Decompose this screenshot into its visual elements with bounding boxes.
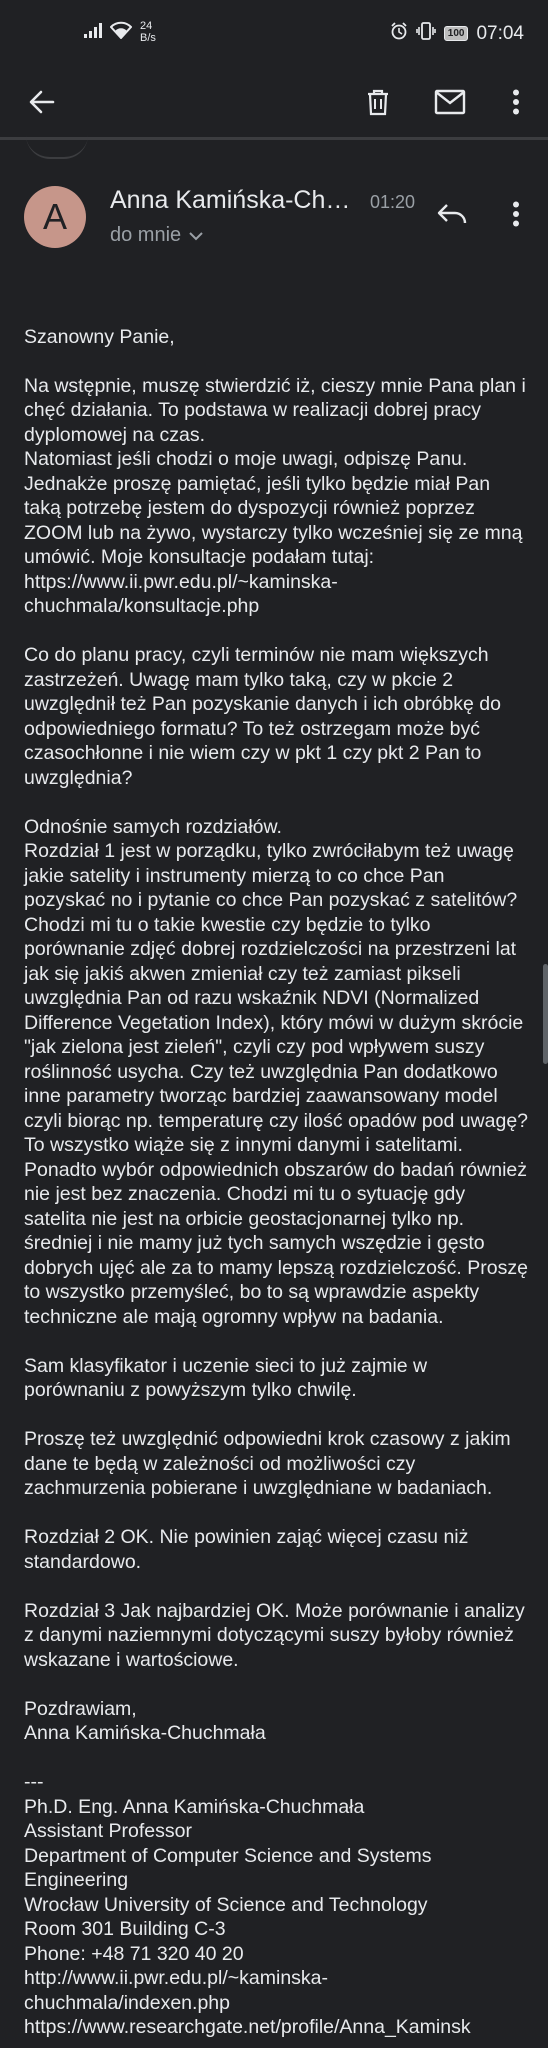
body-paragraph [24, 1672, 529, 1697]
body-paragraph: Rozdział 3 Jak najbardziej OK. Może poró… [24, 1599, 531, 1671]
body-paragraph: Proszę też uwzględnić odpowiedni krok cz… [24, 1428, 517, 1499]
chevron-down-icon [189, 224, 203, 247]
body-paragraph [24, 1746, 529, 1771]
body-paragraph [24, 349, 529, 374]
wifi-icon [109, 21, 133, 44]
status-left: 24 B/s [84, 20, 156, 44]
body-paragraph: Na wstępnie, muszę stwierdzić iż, cieszy… [24, 374, 532, 446]
delete-button[interactable] [354, 80, 402, 128]
body-paragraph [24, 1501, 529, 1526]
signal-icon [84, 22, 104, 43]
body-paragraph: Wrocław University of Science and Techno… [24, 1893, 428, 1916]
reply-button[interactable] [428, 192, 476, 240]
vibrate-icon [415, 22, 436, 45]
body-paragraph: --- [24, 1771, 44, 1793]
body-paragraph: Co do planu pracy, czyli terminów nie ma… [24, 644, 507, 789]
body-paragraph [24, 790, 529, 815]
body-paragraph: Odnośnie samych rozdziałów. [24, 815, 282, 838]
more-options-button[interactable] [492, 80, 540, 128]
body-paragraph: Assistant Professor [24, 1820, 192, 1842]
battery-indicator: 100 [443, 26, 469, 41]
recipient-label: do mnie [110, 224, 182, 246]
body-paragraph: Sam klasyfikator i uczenie sieci to już … [24, 1354, 433, 1402]
previous-message-avatar-edge [26, 135, 88, 159]
body-paragraph: Phone: +48 71 320 40 20 [24, 1942, 244, 1965]
body-paragraph: https://www.researchgate.net/profile/Ann… [24, 2016, 471, 2038]
scrollbar-thumb[interactable] [543, 964, 548, 1064]
alarm-icon [390, 22, 408, 45]
status-bar: 24 B/s 100 07:04 [0, 0, 548, 68]
status-clock: 07:04 [476, 22, 524, 44]
trash-icon [365, 88, 391, 121]
status-right: 100 07:04 [390, 22, 524, 45]
body-paragraph: Pozdrawiam, [24, 1697, 137, 1720]
back-button[interactable] [18, 80, 66, 128]
body-paragraph: Rozdział 1 jest w porządku, tylko zwróci… [24, 840, 534, 1328]
body-paragraph [24, 1329, 529, 1354]
body-paragraph [24, 1403, 529, 1428]
body-paragraph: Szanowny Panie, [24, 325, 175, 348]
sender-name: Anna Kamińska-Chu… [110, 186, 360, 214]
net-speed: 24 B/s [140, 20, 156, 44]
body-paragraph [24, 1574, 529, 1599]
more-vertical-icon [512, 89, 520, 120]
net-speed-value: 24 [140, 20, 153, 32]
mail-icon [434, 89, 466, 120]
recipient-toggle[interactable]: do mnie [110, 224, 203, 247]
email-body: Szanowny Panie, Na wstępnie, muszę stwie… [24, 300, 529, 2040]
body-paragraph: Natomiast jeśli chodzi o moje uwagi, odp… [24, 448, 528, 617]
avatar[interactable]: A [24, 186, 86, 248]
message-header[interactable]: A Anna Kamińska-Chu… 01:20 do mnie [0, 186, 548, 276]
body-paragraph [24, 619, 529, 644]
app-bar [0, 68, 548, 140]
body-paragraph: Rozdział 2 OK. Nie powinien zająć więcej… [24, 1526, 474, 1573]
body-paragraph: Department of Computer Science and Syste… [24, 1844, 437, 1892]
more-vertical-icon [512, 201, 520, 232]
reply-icon [437, 203, 467, 230]
message-time: 01:20 [370, 192, 416, 212]
body-paragraph: http://www.ii.pwr.edu.pl/~kaminska-chuch… [24, 1967, 329, 2014]
body-paragraph: Anna Kamińska-Chuchmała [24, 1722, 266, 1744]
message-more-button[interactable] [492, 192, 540, 240]
body-paragraph: Room 301 Building C-3 [24, 1918, 226, 1940]
mark-unread-button[interactable] [426, 80, 474, 128]
arrow-back-icon [29, 89, 55, 120]
net-speed-unit: B/s [140, 32, 156, 44]
body-paragraph: Ph.D. Eng. Anna Kamińska-Chuchmała [24, 1795, 365, 1818]
